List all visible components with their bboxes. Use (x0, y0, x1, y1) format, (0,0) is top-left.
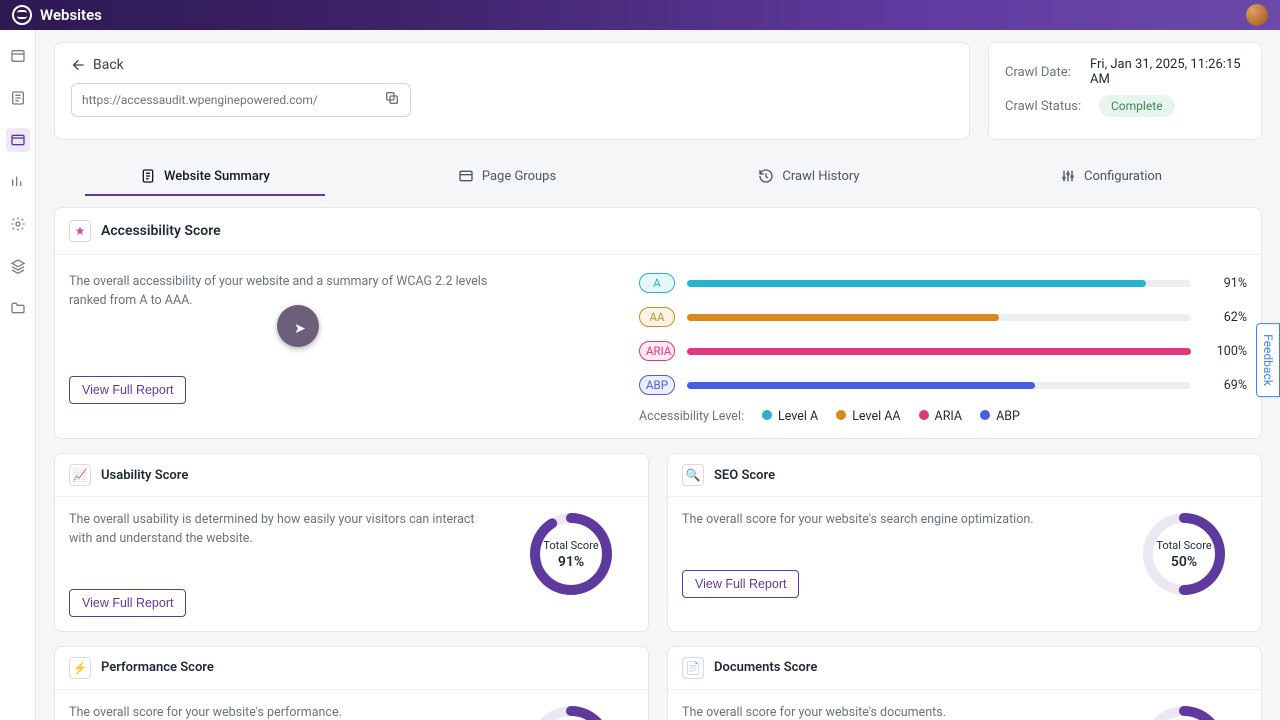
bar-aria-track (687, 348, 1191, 355)
accessibility-icon: ★ (69, 220, 91, 242)
usability-icon: 📈 (69, 464, 91, 486)
crawl-status-label: Crawl Status: (1005, 99, 1089, 114)
sidebar-item-settings[interactable] (6, 212, 30, 236)
back-arrow-icon (71, 57, 87, 73)
bar-aria-label: ARIA (639, 341, 675, 361)
tab-config[interactable]: Configuration (960, 156, 1262, 196)
documents-donut: Total Score25% (1141, 704, 1227, 720)
bar-abp-label: ABP (639, 375, 675, 395)
accessibility-desc: The overall accessibility of your websit… (69, 273, 489, 311)
sidebar (0, 30, 36, 720)
documents-desc: The overall score for your website's doc… (682, 704, 1102, 720)
tabs: Website Summary Page Groups Crawl Histor… (54, 156, 1262, 197)
accessibility-legend: Accessibility Level: Level A Level AA AR… (639, 409, 1247, 424)
sidebar-item-folders[interactable] (6, 296, 30, 320)
accessibility-title: Accessibility Score (101, 223, 221, 239)
tab-crawl-history[interactable]: Crawl History (658, 156, 960, 196)
accessibility-card: ★ Accessibility Score The overall access… (54, 207, 1262, 439)
bar-abp-track (687, 382, 1191, 389)
bar-aa-value: 62% (1203, 310, 1247, 325)
accessibility-view-full-button[interactable]: View Full Report (69, 376, 186, 404)
sidebar-item-reports[interactable] (6, 86, 30, 110)
crawl-card: Crawl Date: Fri, Jan 31, 2025, 11:26:15 … (988, 42, 1262, 140)
crawl-date-label: Crawl Date: (1005, 65, 1080, 80)
usability-view-full-button[interactable]: View Full Report (69, 589, 186, 617)
usability-card: 📈 Usability Score The overall usability i… (54, 453, 649, 632)
bar-a-track (687, 280, 1191, 287)
seo-card: 🔍 SEO Score The overall score for your we… (667, 453, 1262, 632)
bar-aria-value: 100% (1203, 344, 1247, 359)
documents-icon: 📄 (682, 657, 704, 679)
performance-title: Performance Score (101, 660, 214, 675)
bar-aa-label: AA (639, 307, 675, 327)
documents-card: 📄 Documents Score The overall score for y… (667, 646, 1262, 720)
bar-abp-value: 69% (1203, 378, 1247, 393)
seo-desc: The overall score for your website's sea… (682, 511, 1102, 530)
tab-page-groups[interactable]: Page Groups (356, 156, 658, 196)
seo-view-full-button[interactable]: View Full Report (682, 570, 799, 598)
config-icon (1060, 168, 1076, 184)
summary-icon (140, 168, 156, 184)
copy-button[interactable] (384, 90, 400, 110)
crawl-status-value: Complete (1099, 95, 1175, 117)
performance-icon: ⚡ (69, 657, 91, 679)
sidebar-item-analytics[interactable] (6, 170, 30, 194)
back-button[interactable]: Back (71, 57, 953, 73)
brand-name: Websites (40, 6, 102, 24)
feedback-button[interactable]: Feedback (1256, 323, 1280, 397)
seo-title: SEO Score (714, 468, 775, 483)
sidebar-item-layers[interactable] (6, 254, 30, 278)
bar-a-label: A (639, 273, 675, 293)
tab-summary[interactable]: Website Summary (54, 156, 356, 196)
bar-aa-track (687, 314, 1191, 321)
seo-icon: 🔍 (682, 464, 704, 486)
sidebar-item-websites[interactable] (6, 128, 30, 152)
usability-desc: The overall usability is determined by h… (69, 511, 489, 549)
avatar[interactable] (1246, 4, 1268, 26)
sidebar-item-dashboard[interactable] (6, 44, 30, 68)
topbar: Websites (0, 0, 1280, 30)
documents-title: Documents Score (714, 660, 817, 675)
nav-card: Back https://accessaudit.wpenginepowered… (54, 42, 970, 140)
performance-donut: Total Score56% (528, 704, 614, 720)
back-label: Back (93, 57, 124, 73)
url-text: https://accessaudit.wpenginepowered.com/ (82, 93, 384, 107)
performance-card: ⚡ Performance Score The overall score for… (54, 646, 649, 720)
page-groups-icon (458, 168, 474, 184)
cursor-arrow-icon: ➤ (294, 321, 306, 337)
history-icon (758, 168, 774, 184)
logo-icon (12, 5, 32, 25)
usability-title: Usability Score (101, 468, 188, 483)
bar-a-value: 91% (1203, 276, 1247, 291)
logo[interactable]: Websites (12, 5, 102, 25)
url-box: https://accessaudit.wpenginepowered.com/ (71, 83, 411, 117)
crawl-date-value: Fri, Jan 31, 2025, 11:26:15 AM (1090, 57, 1245, 87)
usability-donut: Total Score91% (528, 511, 614, 597)
seo-donut: Total Score50% (1141, 511, 1227, 597)
performance-desc: The overall score for your website's per… (69, 704, 489, 720)
